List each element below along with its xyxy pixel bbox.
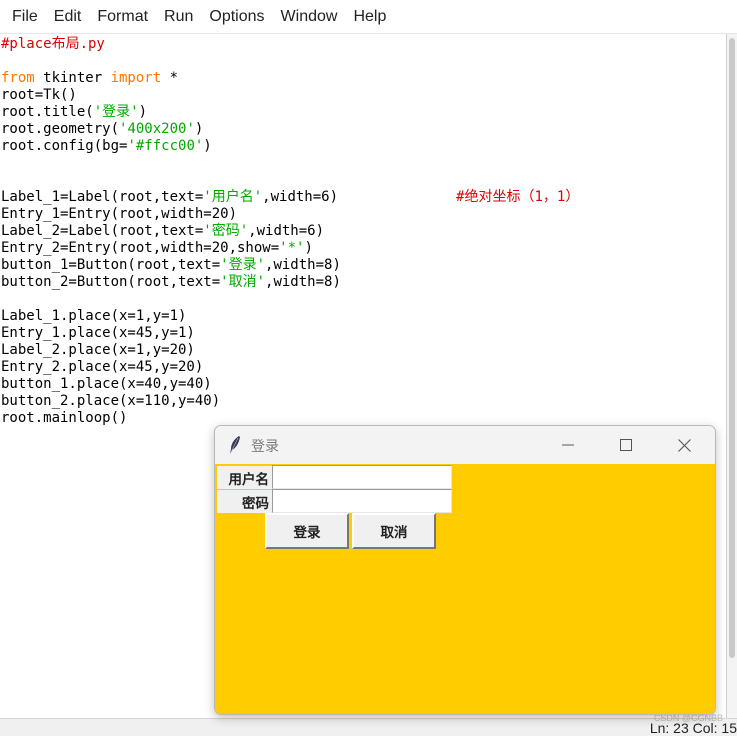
string-token: '#ffcc00' [127,138,204,154]
code-line[interactable]: button_2.place(x=110,y=40) [1,393,579,410]
code-token: root.title( [1,104,94,120]
code-token: Label_2=Label(root,text= [1,223,204,239]
code-token: * [161,70,179,86]
code-line[interactable]: Entry_1=Entry(root,width=20) [1,206,579,223]
code-token: button_1.place(x=40,y=40) [1,376,212,392]
code-line[interactable]: root.config(bg='#ffcc00') [1,138,579,155]
code-token: ) [194,121,204,137]
menu-run[interactable]: Run [156,0,201,34]
code-line[interactable] [1,172,579,189]
code-line[interactable]: Label_2=Label(root,text='密码',width=6) [1,223,579,240]
code-line[interactable]: Entry_2.place(x=45,y=20) [1,359,579,376]
string-token: '*' [279,240,305,256]
code-token: ,width=6) [248,223,325,239]
code-token: ) [138,104,148,120]
code-line[interactable]: root=Tk() [1,87,579,104]
menu-edit[interactable]: Edit [46,0,90,34]
string-token: '取消' [220,274,266,290]
code-token: ) [203,138,212,154]
menu-options[interactable]: Options [201,0,272,34]
string-token: '400x200' [119,121,195,137]
code-token: root.mainloop() [1,410,128,426]
code-token: tkinter [34,70,111,86]
code-line[interactable] [1,155,579,172]
code-token: button_2=Button(root,text= [1,274,221,290]
string-token: '登录' [93,104,139,120]
code-token: Entry_1=Entry(root,width=20) [1,206,238,222]
minimize-icon [562,444,574,446]
window-client-area: 用户名 密码 登录 取消 [215,464,715,714]
password-entry[interactable] [272,489,452,513]
minimize-button[interactable] [539,426,597,464]
window-title: 登录 [251,439,279,455]
scrollbar-thumb[interactable] [729,38,735,658]
menu-help[interactable]: Help [345,0,394,34]
code-line[interactable]: from tkinter import * [1,70,579,87]
code-token: button_2.place(x=110,y=40) [1,393,221,409]
code-line[interactable] [1,291,579,308]
close-icon [677,438,691,452]
code-token: Label_2.place(x=1,y=20) [1,342,195,358]
code-line[interactable]: button_1.place(x=40,y=40) [1,376,579,393]
string-token: '密码' [203,223,249,239]
cancel-button[interactable]: 取消 [352,513,436,549]
code-token: root.config(bg= [1,138,128,154]
code-line[interactable]: Label_2.place(x=1,y=20) [1,342,579,359]
status-bar: Ln: 23 Col: 15 [0,718,737,736]
code-line[interactable]: #place布局.py [1,36,579,53]
code-token: Label_1.place(x=1,y=1) [1,308,187,324]
keyword-token: from [1,70,35,86]
code-line[interactable]: button_2=Button(root,text='取消',width=8) [1,274,579,291]
code-token: ,width=6) [262,189,457,205]
code-line[interactable]: Entry_2=Entry(root,width=20,show='*') [1,240,579,257]
username-label: 用户名 [217,466,272,489]
window-titlebar[interactable]: 登录 [215,426,715,464]
code-token: root.geometry( [1,121,120,137]
menu-bar: File Edit Format Run Options Window Help [0,0,737,34]
menu-format[interactable]: Format [89,0,156,34]
code-line[interactable]: Label_1.place(x=1,y=1) [1,308,579,325]
code-token: Entry_2=Entry(root,width=20,show= [1,240,280,256]
code-line[interactable] [1,53,579,70]
username-entry[interactable] [272,465,452,489]
code-token: ) [304,240,313,256]
string-token: '用户名' [203,189,263,205]
code-line[interactable]: button_1=Button(root,text='登录',width=8) [1,257,579,274]
code-line[interactable]: root.title('登录') [1,104,579,121]
tk-feather-icon [230,436,240,454]
code-line[interactable]: root.geometry('400x200') [1,121,579,138]
code-token: Label_1=Label(root,text= [1,189,204,205]
code-token: Entry_1.place(x=45,y=1) [1,325,195,341]
login-button[interactable]: 登录 [265,513,349,549]
menu-file[interactable]: File [4,0,46,34]
menu-window[interactable]: Window [273,0,346,34]
vertical-scrollbar[interactable] [727,34,737,718]
code-token: root=Tk() [1,87,77,103]
password-label: 密码 [217,490,272,513]
keyword-token: import [110,70,162,86]
code-token: Entry_2.place(x=45,y=20) [1,359,204,375]
close-button[interactable] [655,426,713,464]
code-line[interactable]: Entry_1.place(x=45,y=1) [1,325,579,342]
comment-token: #place布局.py [1,36,105,52]
code-token: ,width=8) [265,257,341,273]
code-token: button_1=Button(root,text= [1,257,221,273]
maximize-icon [620,439,632,451]
code-text[interactable]: #place布局.py from tkinter import * root=Tk(… [1,36,579,427]
code-token: ,width=8) [265,274,341,290]
string-token: '登录' [220,257,266,273]
maximize-button[interactable] [597,426,655,464]
tk-login-window: 登录 用户名 密码 登录 取消 [214,425,716,715]
comment-token: #绝对坐标（1，1） [456,189,580,205]
code-line[interactable]: Label_1=Label(root,text='用户名',width=6) #… [1,189,579,206]
